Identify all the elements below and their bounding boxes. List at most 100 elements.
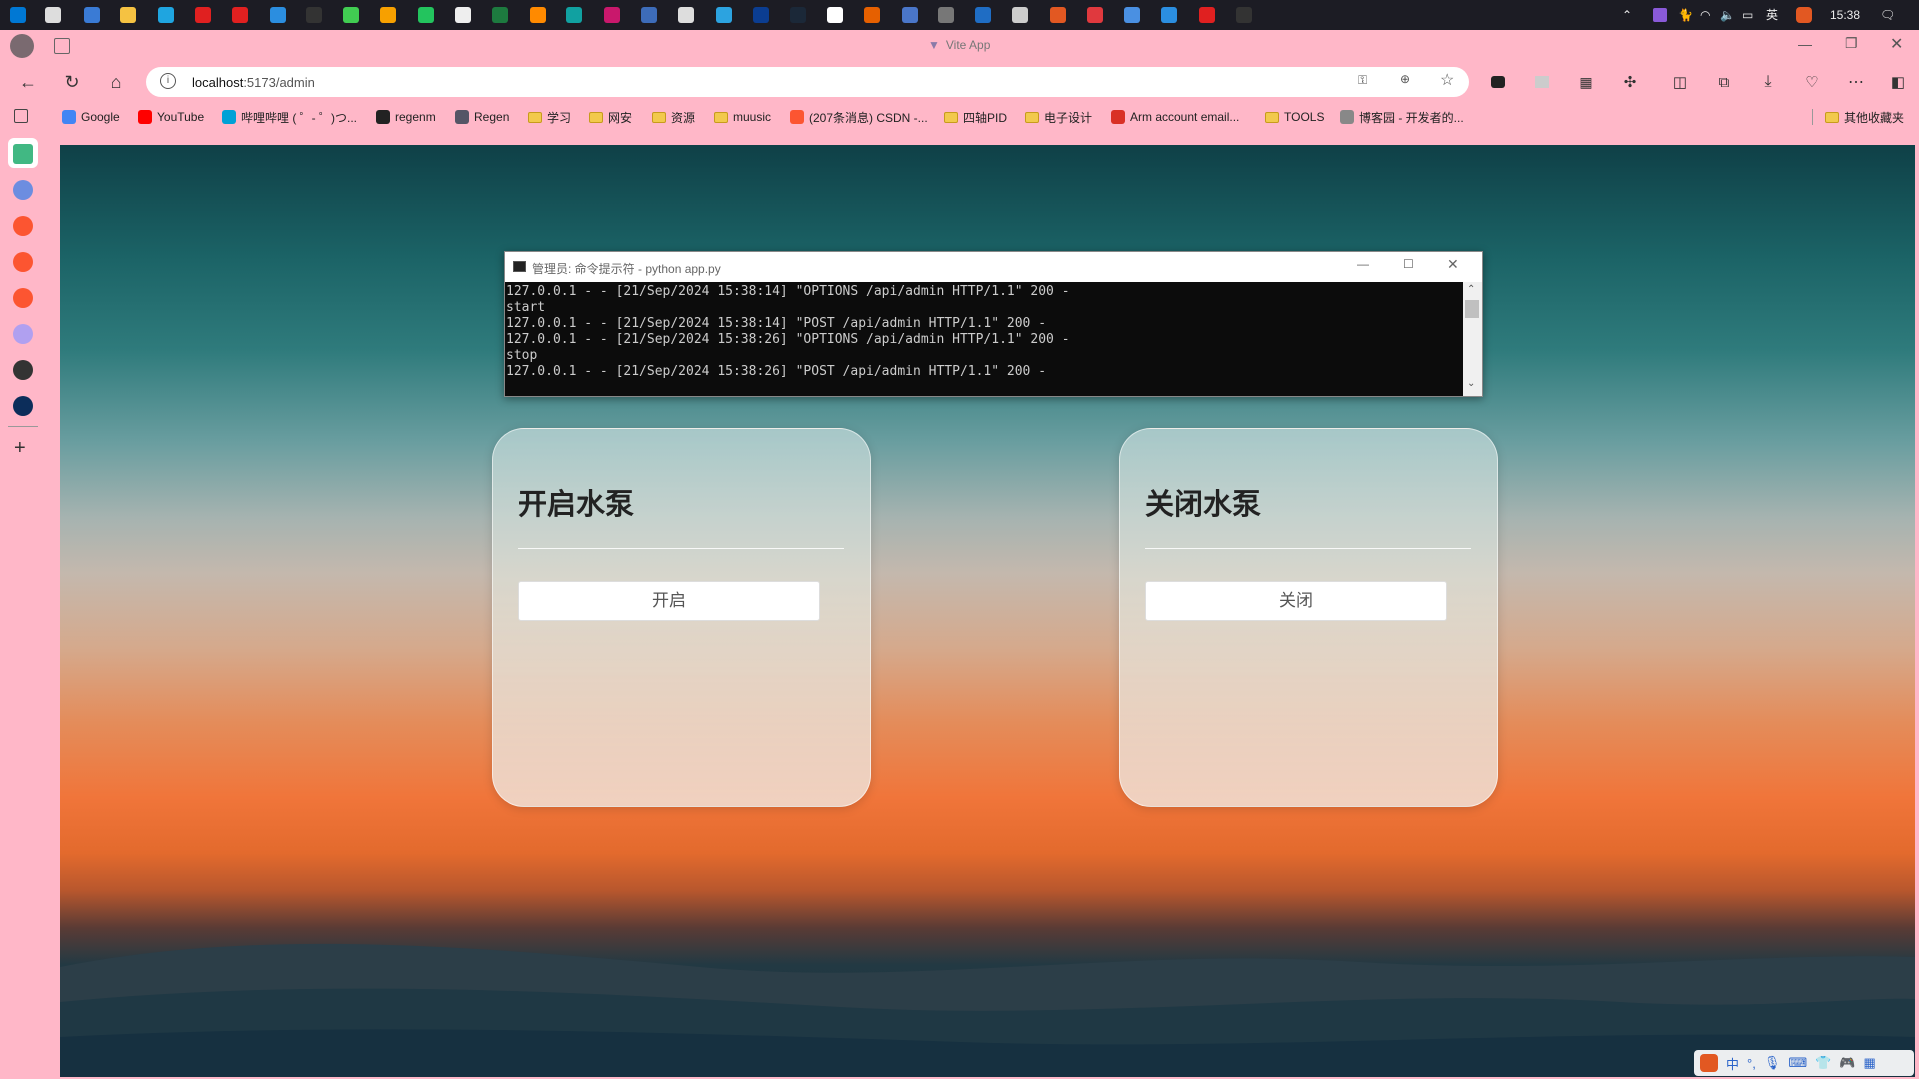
search-icon[interactable]	[45, 7, 61, 23]
skin-icon[interactable]: 👕	[1815, 1055, 1831, 1071]
favorite-star-icon[interactable]: ☆	[1440, 70, 1454, 90]
bookmark-item[interactable]: 四轴PID	[944, 102, 1007, 132]
telegram-icon[interactable]	[716, 7, 732, 23]
battery-icon[interactable]: ▭	[1742, 0, 1753, 30]
rider-icon[interactable]	[604, 7, 620, 23]
browser-icon[interactable]	[902, 7, 918, 23]
wechat-icon[interactable]	[418, 7, 434, 23]
bookmark-item[interactable]: 电子设计	[1025, 102, 1092, 132]
bookmark-item[interactable]: 学习	[528, 102, 571, 132]
scroll-down-icon[interactable]: ⌄	[1467, 378, 1475, 389]
edge-icon[interactable]	[158, 7, 174, 23]
sogou-icon[interactable]	[1700, 1054, 1718, 1072]
address-bar[interactable]: i localhost:5173/admin ⚿ ⊕ ☆	[146, 67, 1469, 97]
openai-icon[interactable]	[13, 360, 33, 380]
info-icon[interactable]: i	[160, 73, 176, 89]
orange-app-icon[interactable]	[530, 7, 546, 23]
ime-toolbar[interactable]: 中 °, 🎙 ⌨ 👕 🎮 ▦	[1694, 1050, 1914, 1076]
vue-icon[interactable]	[13, 144, 33, 164]
extensions-puzzle-icon[interactable]: ✣	[1616, 68, 1644, 96]
home-icon[interactable]: ⌂	[102, 68, 130, 96]
windows-start-icon[interactable]	[10, 7, 26, 23]
key-icon[interactable]: ⚿	[1358, 73, 1367, 88]
game-icon[interactable]: 🎮	[1839, 1055, 1855, 1071]
browser-essentials-icon[interactable]: ♡	[1798, 68, 1826, 96]
edge-copilot-icon[interactable]	[13, 180, 33, 200]
vscode-icon[interactable]	[1161, 7, 1177, 23]
sublime-icon[interactable]	[938, 7, 954, 23]
minimize-icon[interactable]: —	[1798, 36, 1812, 52]
typora-icon[interactable]	[827, 7, 843, 23]
wifi-icon[interactable]: ◠	[1700, 0, 1710, 30]
firefox-icon[interactable]	[864, 7, 880, 23]
console-window[interactable]: 管理员: 命令提示符 - python app.py — ☐ ✕ 127.0.0…	[504, 251, 1483, 397]
punctuation-icon[interactable]: °,	[1747, 1056, 1756, 1071]
bookmark-item[interactable]: 网安	[589, 102, 632, 132]
bookmark-item[interactable]: Google	[62, 102, 120, 132]
bookmark-item[interactable]: muusic	[714, 102, 771, 132]
bookmark-item[interactable]: 博客园 - 开发者的...	[1340, 102, 1464, 132]
bookmark-item[interactable]: regenm	[376, 102, 436, 132]
bookmark-item[interactable]: 资源	[652, 102, 695, 132]
qr-icon[interactable]: ▦	[1572, 68, 1600, 96]
xmind-icon[interactable]	[1199, 7, 1215, 23]
extension-icon[interactable]	[1484, 68, 1512, 96]
bookmark-item[interactable]: YouTube	[138, 102, 204, 132]
cat-icon[interactable]: 🐈	[1678, 0, 1693, 30]
wps-icon[interactable]	[195, 7, 211, 23]
refresh-icon[interactable]: ↻	[58, 68, 86, 96]
bookmark-item[interactable]: 哔哩哔哩 ( ゜- ゜)つ...	[222, 102, 357, 132]
scroll-up-icon[interactable]: ⌃	[1467, 284, 1475, 295]
qq-icon[interactable]	[678, 7, 694, 23]
rocket-icon[interactable]	[1050, 7, 1066, 23]
terminal-icon[interactable]	[13, 396, 33, 416]
file-explorer-icon[interactable]	[120, 7, 136, 23]
toolbox-icon[interactable]: ▦	[1863, 1055, 1875, 1071]
zoom-icon[interactable]: ⊕	[1400, 72, 1410, 86]
url-text[interactable]: localhost:5173/admin	[192, 75, 315, 90]
csdn-icon[interactable]	[13, 216, 33, 236]
arduino-icon[interactable]	[566, 7, 582, 23]
profile-avatar[interactable]	[10, 34, 34, 58]
csdn-icon[interactable]	[13, 288, 33, 308]
sidebar-toggle-icon[interactable]: ◧	[1884, 68, 1912, 96]
vscode-icon[interactable]	[270, 7, 286, 23]
close-icon[interactable]: ✕	[1890, 34, 1903, 54]
excel-icon[interactable]	[492, 7, 508, 23]
grid-app-icon[interactable]	[380, 7, 396, 23]
desktop-icon[interactable]	[84, 7, 100, 23]
restore-icon[interactable]: ❐	[1845, 35, 1858, 52]
intellij-icon[interactable]	[306, 7, 322, 23]
add-icon[interactable]: +	[14, 437, 26, 460]
split-screen-icon[interactable]: ◫	[1666, 68, 1694, 96]
bookmark-item[interactable]: 其他收藏夹	[1825, 102, 1904, 132]
netease-music-icon[interactable]	[1087, 7, 1103, 23]
purple-app-icon[interactable]	[13, 324, 33, 344]
chevron-up-icon[interactable]: ⌃	[1622, 0, 1632, 30]
microphone-icon[interactable]: 🎙	[1764, 1055, 1781, 1071]
console-maximize-icon[interactable]: ☐	[1403, 257, 1414, 271]
steam-icon[interactable]	[790, 7, 806, 23]
notification-icon[interactable]: 🗨	[1880, 0, 1895, 30]
console-scrollbar[interactable]: ⌃ ⌄	[1463, 282, 1482, 396]
keyboard-icon[interactable]: ⌨	[1788, 1055, 1807, 1071]
scissors-icon[interactable]	[641, 7, 657, 23]
pen-icon[interactable]	[1653, 8, 1667, 22]
workspaces-icon[interactable]	[54, 38, 70, 54]
cmd-icon[interactable]	[1236, 7, 1252, 23]
notepad-icon[interactable]	[455, 7, 471, 23]
language-indicator[interactable]: 英	[1766, 0, 1778, 30]
sogou-icon[interactable]	[1796, 7, 1812, 23]
xmind-icon[interactable]	[232, 7, 248, 23]
stop-pump-button[interactable]: 关闭	[1145, 581, 1447, 621]
bookmark-item[interactable]: (207条消息) CSDN -...	[790, 102, 928, 132]
bookmark-item[interactable]: TOOLS	[1265, 102, 1324, 132]
scroll-thumb[interactable]	[1465, 300, 1479, 318]
clock[interactable]: 15:38	[1830, 0, 1860, 30]
photo-icon[interactable]	[1124, 7, 1140, 23]
back-icon[interactable]: ←	[14, 68, 42, 96]
ime-mode-chinese[interactable]: 中	[1726, 1054, 1739, 1073]
tabs-icon[interactable]	[14, 109, 28, 123]
more-icon[interactable]: ⋯	[1842, 68, 1870, 96]
console-minimize-icon[interactable]: —	[1357, 257, 1369, 271]
